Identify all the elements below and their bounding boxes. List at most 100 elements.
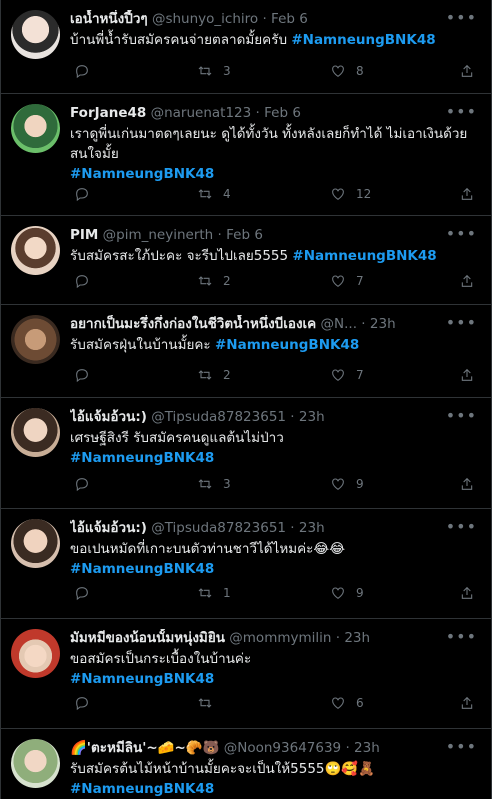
timestamp[interactable]: Feb 6 <box>264 105 301 121</box>
user-handle[interactable]: @shunyo_ichiro <box>152 11 258 27</box>
hashtag-link[interactable]: #NamneungBNK48 <box>70 671 214 687</box>
retweet-button[interactable] <box>197 695 223 711</box>
like-button[interactable]: 6 <box>330 695 364 711</box>
reply-button[interactable] <box>74 186 90 202</box>
hashtag-link[interactable]: #NamneungBNK48 <box>70 166 214 182</box>
like-button[interactable]: 8 <box>330 63 364 79</box>
reply-button[interactable] <box>74 585 90 601</box>
timestamp[interactable]: Feb 6 <box>226 227 263 243</box>
display-name[interactable]: 🌈'ตะหมีลิน'~🧀~🥐🐻 <box>70 740 219 756</box>
avatar[interactable] <box>11 739 60 788</box>
display-name[interactable]: PIM <box>70 227 98 243</box>
hashtag-link[interactable]: #NamneungBNK48 <box>70 450 214 466</box>
more-icon[interactable]: ••• <box>446 406 477 425</box>
user-handle[interactable]: @mommymilin <box>229 630 331 646</box>
timestamp[interactable]: 23h <box>299 520 325 536</box>
tweet[interactable]: มัมหมีของน้อนนั้มหนุ่งมิยิน @mommymilin … <box>1 619 491 729</box>
like-button[interactable]: 9 <box>330 476 364 492</box>
tweet-text: บ้านพี่น้ำรับสมัครคนจ่ายตลาดมั้ยครับ #Na… <box>70 30 477 50</box>
reply-button[interactable] <box>74 367 90 383</box>
tweet-header: 🌈'ตะหมีลิน'~🧀~🥐🐻 @Noon93647639 · 23h <box>70 739 477 757</box>
retweet-icon <box>198 276 212 286</box>
display-name[interactable]: ไอ้แจ้มอ้วน:) <box>70 520 147 536</box>
avatar[interactable] <box>11 10 60 59</box>
more-icon[interactable]: ••• <box>446 627 477 646</box>
tweet-actions: 2 7 <box>70 367 477 385</box>
more-icon[interactable]: ••• <box>446 102 477 121</box>
like-button[interactable]: 9 <box>330 585 364 601</box>
timestamp[interactable]: 23h <box>354 740 380 756</box>
timestamp[interactable]: 23h <box>344 630 370 646</box>
share-icon <box>461 477 473 490</box>
more-icon[interactable]: ••• <box>446 224 477 243</box>
like-button[interactable]: 7 <box>330 273 364 289</box>
avatar[interactable] <box>11 315 60 364</box>
share-button[interactable] <box>459 63 475 79</box>
user-handle[interactable]: @Noon93647639 <box>224 740 341 756</box>
user-handle[interactable]: @pim_neyinerth <box>103 227 214 243</box>
display-name[interactable]: ForJane48 <box>70 105 146 121</box>
more-icon[interactable]: ••• <box>446 737 477 756</box>
like-button[interactable]: 12 <box>330 186 371 202</box>
user-handle[interactable]: @Tipsuda87823651 <box>151 409 286 425</box>
hashtag-link[interactable]: #NamneungBNK48 <box>70 561 214 577</box>
tweet-body-text: บ้านพี่น้ำรับสมัครคนจ่ายตลาดมั้ยครับ <box>70 32 292 48</box>
reply-button[interactable] <box>74 695 90 711</box>
hashtag-link[interactable]: #NamneungBNK48 <box>215 337 359 353</box>
share-button[interactable] <box>459 695 475 711</box>
retweet-count: 4 <box>223 187 231 201</box>
separator: · <box>345 740 350 756</box>
reply-button[interactable] <box>74 476 90 492</box>
tweet[interactable]: ForJane48 @naruenat123 · Feb 6 ••• เราดู… <box>1 94 491 216</box>
retweet-button[interactable]: 2 <box>197 273 231 289</box>
avatar[interactable] <box>11 519 60 568</box>
timestamp[interactable]: 23h <box>299 409 325 425</box>
display-name[interactable]: เอน้ำหนึ่งปี้วๆ <box>70 11 148 27</box>
retweet-button[interactable]: 1 <box>197 585 231 601</box>
separator: · <box>290 520 295 536</box>
share-button[interactable] <box>459 367 475 383</box>
like-button[interactable]: 7 <box>330 367 364 383</box>
avatar[interactable] <box>11 226 60 275</box>
display-name[interactable]: มัมหมีของน้อนนั้มหนุ่งมิยิน <box>70 630 225 646</box>
more-icon[interactable]: ••• <box>446 313 477 332</box>
user-handle[interactable]: @naruenat123 <box>151 105 252 121</box>
retweet-button[interactable]: 2 <box>197 367 231 383</box>
user-handle[interactable]: @Tipsuda87823651 <box>151 520 286 536</box>
reply-button[interactable] <box>74 273 90 289</box>
share-button[interactable] <box>459 186 475 202</box>
share-icon <box>461 274 473 287</box>
retweet-button[interactable]: 4 <box>197 186 231 202</box>
share-button[interactable] <box>459 585 475 601</box>
share-button[interactable] <box>459 273 475 289</box>
user-handle[interactable]: @N... <box>321 316 357 332</box>
tweet[interactable]: ไอ้แจ้มอ้วน:) @Tipsuda87823651 · 23h •••… <box>1 398 491 509</box>
share-button[interactable] <box>459 476 475 492</box>
separator: · <box>255 105 260 121</box>
tweet[interactable]: อยากเป็นมะรึ่งกึ่งก่องในชีวิตน้ำหนึ่งบีเ… <box>1 305 491 398</box>
tweet-actions: 4 12 <box>70 186 477 204</box>
tweet[interactable]: ไอ้แจ้มอ้วน:) @Tipsuda87823651 · 23h •••… <box>1 509 491 619</box>
display-name[interactable]: ไอ้แจ้มอ้วน:) <box>70 409 147 425</box>
avatar[interactable] <box>11 629 60 678</box>
hashtag-link[interactable]: #NamneungBNK48 <box>70 781 214 797</box>
tweet-text: เราดูพี่นเก่นมาตดๆเลยนะ ดูได้ทั้งวัน ทั้… <box>70 124 477 184</box>
separator: · <box>217 227 222 243</box>
tweet[interactable]: เอน้ำหนึ่งปี้วๆ @shunyo_ichiro · Feb 6 •… <box>1 0 491 94</box>
like-icon <box>332 478 344 490</box>
hashtag-link[interactable]: #NamneungBNK48 <box>291 32 435 48</box>
reply-button[interactable] <box>74 63 90 79</box>
tweet[interactable]: PIM @pim_neyinerth · Feb 6 ••• รับสมัครส… <box>1 216 491 305</box>
display-name[interactable]: อยากเป็นมะรึ่งกึ่งก่องในชีวิตน้ำหนึ่งบีเ… <box>70 316 316 332</box>
tweet-header: มัมหมีของน้อนนั้มหนุ่งมิยิน @mommymilin … <box>70 629 477 647</box>
avatar[interactable] <box>11 104 60 153</box>
more-icon[interactable]: ••• <box>446 517 477 536</box>
timestamp[interactable]: 23h <box>370 316 396 332</box>
avatar[interactable] <box>11 408 60 457</box>
timestamp[interactable]: Feb 6 <box>271 11 308 27</box>
retweet-button[interactable]: 3 <box>197 63 231 79</box>
tweet[interactable]: 🌈'ตะหมีลิน'~🧀~🥐🐻 @Noon93647639 · 23h •••… <box>1 729 491 799</box>
more-icon[interactable]: ••• <box>446 8 477 27</box>
retweet-button[interactable]: 3 <box>197 476 231 492</box>
hashtag-link[interactable]: #NamneungBNK48 <box>292 248 436 264</box>
